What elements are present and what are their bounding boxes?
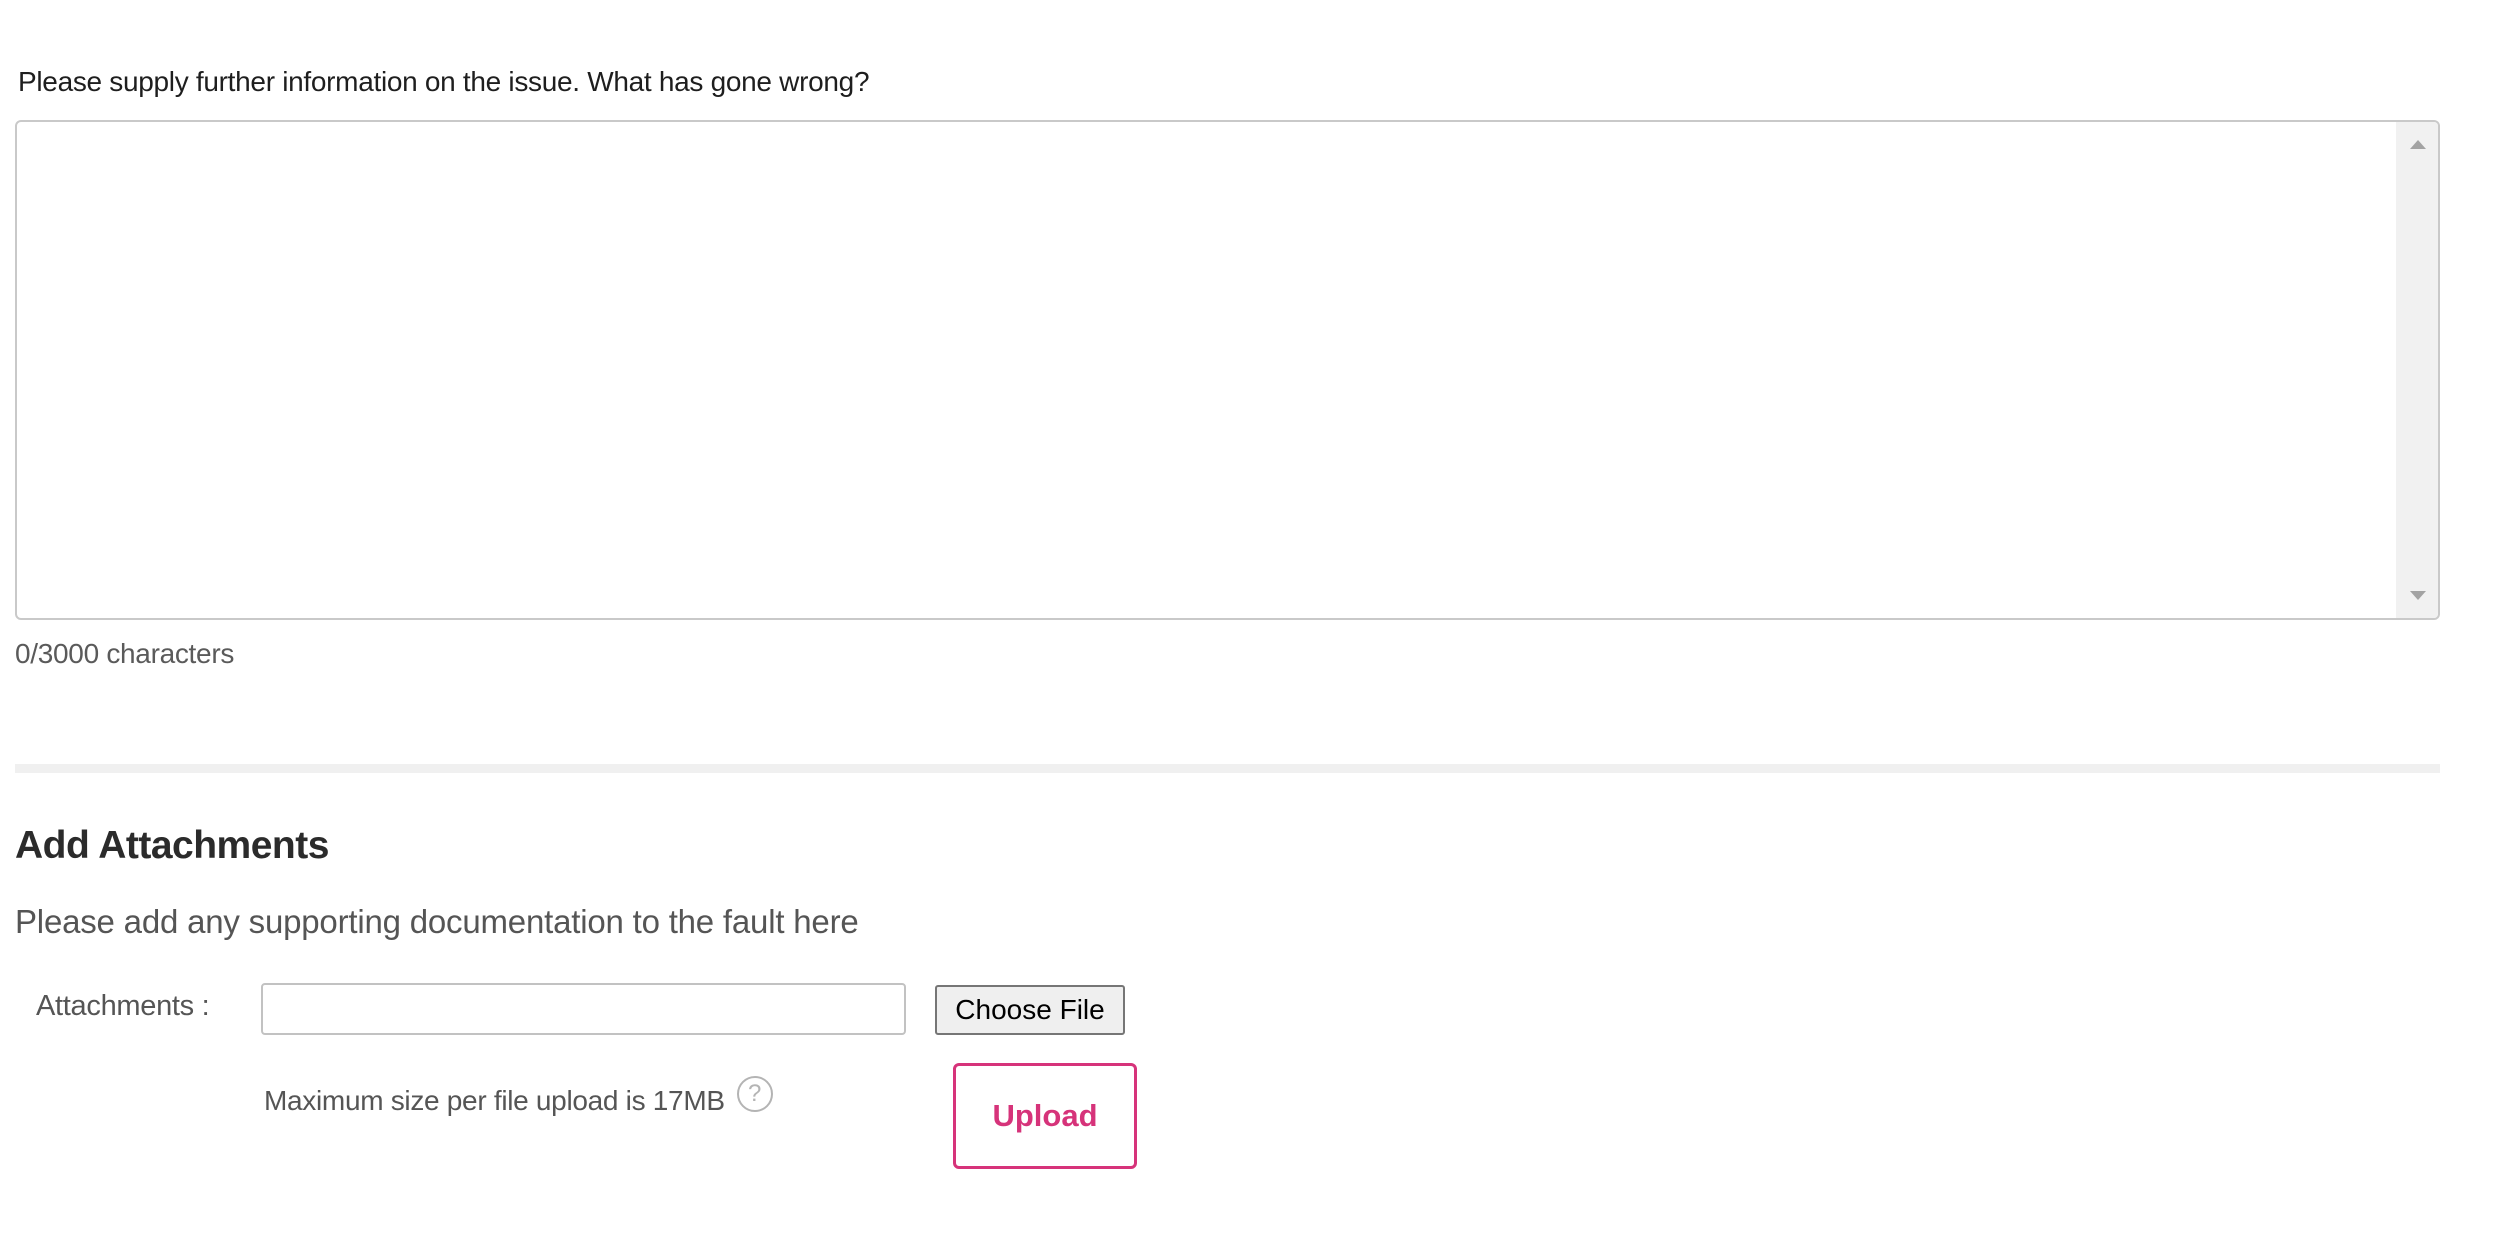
attachments-label: Attachments : [36,990,210,1022]
issue-description-textarea-container [15,120,2440,620]
textarea-scrollbar[interactable] [2396,122,2438,618]
issue-description-textarea[interactable] [17,122,2402,618]
character-count: 0/3000 characters [15,638,235,669]
attachments-section-description: Please add any supporting documentation … [15,903,859,940]
max-size-note: Maximum size per file upload is 17MB [264,1085,725,1116]
issue-question-label: Please supply further information on the… [18,66,870,97]
attachment-filename-input[interactable] [261,983,906,1035]
max-size-row: Maximum size per file upload is 17MB ? [264,1076,773,1117]
choose-file-button[interactable]: Choose File [935,985,1125,1035]
upload-button[interactable]: Upload [953,1063,1137,1169]
section-divider [15,764,2440,773]
attachments-section-title: Add Attachments [15,824,329,867]
question-mark-circle-icon[interactable]: ? [736,1076,773,1112]
scroll-down-arrow-icon[interactable] [2410,591,2426,600]
scroll-up-arrow-icon[interactable] [2410,140,2426,149]
